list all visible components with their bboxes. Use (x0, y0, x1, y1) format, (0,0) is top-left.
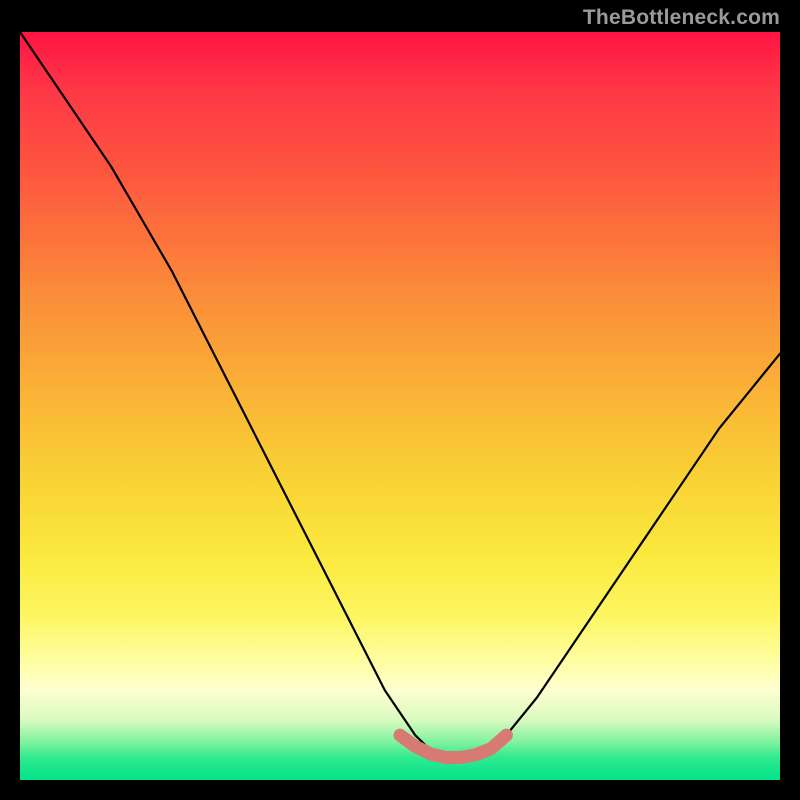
main-curve (20, 32, 780, 758)
chart-frame: TheBottleneck.com (0, 0, 800, 800)
valley-highlight (400, 735, 506, 757)
watermark-text: TheBottleneck.com (583, 6, 780, 30)
curve-layer (20, 32, 780, 780)
